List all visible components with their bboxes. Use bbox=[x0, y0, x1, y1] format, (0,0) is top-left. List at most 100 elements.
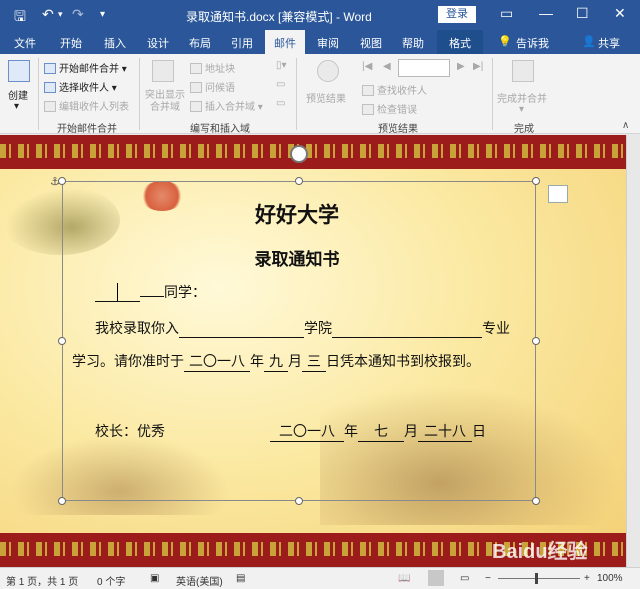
tab-layout[interactable]: 布局 bbox=[189, 35, 211, 51]
separator bbox=[139, 58, 140, 130]
previous-record-icon[interactable]: ◀ bbox=[383, 61, 391, 72]
zoom-slider-thumb[interactable] bbox=[535, 573, 538, 584]
insert-merge-field-button[interactable]: 插入合并域 ▾ bbox=[190, 98, 263, 113]
text-box-frame[interactable] bbox=[62, 181, 536, 501]
print-layout-icon[interactable] bbox=[428, 570, 444, 586]
save-icon[interactable]: 🖫 bbox=[14, 6, 26, 30]
tab-references[interactable]: 引用 bbox=[231, 35, 253, 51]
create-dropdown-icon[interactable]: ▾ bbox=[14, 101, 19, 112]
vertical-scrollbar[interactable] bbox=[626, 135, 640, 567]
first-record-icon[interactable]: |◀ bbox=[362, 61, 372, 72]
tab-design[interactable]: 设计 bbox=[147, 35, 169, 51]
customize-quick-access-icon[interactable]: ▾ bbox=[100, 9, 105, 20]
resize-handle[interactable] bbox=[532, 497, 540, 505]
separator bbox=[296, 58, 297, 130]
match-fields-icon[interactable]: ▭ bbox=[276, 79, 285, 90]
tab-home[interactable]: 开始 bbox=[60, 35, 82, 51]
edit-recipients-icon bbox=[44, 101, 56, 112]
student-name-blank[interactable] bbox=[95, 283, 140, 302]
undo-dropdown-icon[interactable]: ▾ bbox=[58, 9, 63, 20]
user-icon: 👤 bbox=[582, 36, 596, 48]
rules-icon[interactable]: ▯▾ bbox=[276, 60, 287, 71]
group-label-finish: 完成 bbox=[514, 124, 534, 135]
login-button[interactable]: 登录 bbox=[438, 6, 476, 23]
greeting-line-button[interactable]: 问候语 bbox=[190, 79, 235, 94]
redo-icon[interactable]: ↷ bbox=[72, 6, 84, 23]
word-count[interactable]: 0 个字 bbox=[97, 573, 125, 588]
select-recipients-button[interactable]: 选择收件人 ▾ bbox=[44, 79, 117, 94]
group-label-preview: 预览结果 bbox=[378, 124, 418, 135]
create-button[interactable]: 创建 bbox=[8, 87, 28, 102]
proofing-icon[interactable]: ▣ bbox=[150, 573, 159, 584]
zoom-in-button[interactable]: + bbox=[584, 573, 590, 584]
undo-icon[interactable]: ↶ bbox=[42, 6, 54, 23]
ribbon-display-options-icon[interactable]: ▭ bbox=[500, 5, 513, 22]
resize-handle[interactable] bbox=[58, 497, 66, 505]
issue-day-unit: 日 bbox=[472, 424, 486, 440]
resize-handle[interactable] bbox=[58, 337, 66, 345]
issue-year: 二〇一八 bbox=[270, 421, 344, 442]
report-month: 九 bbox=[264, 351, 288, 372]
document-page[interactable]: ⚓ 好好大学 录取通知书 同学： 我校录取你入 学院 专业 学习。请你准时于 二〇… bbox=[0, 135, 626, 567]
start-merge-dropdown-icon: ▾ bbox=[121, 64, 127, 75]
title-bar: 🖫 ↶ ▾ ↷ ▾ 录取通知书.docx [兼容模式] - Word 登录 ▭ … bbox=[0, 0, 640, 30]
ribbon: 创建 ▾ 开始邮件合并 ▾ 选择收件人 ▾ 编辑收件人列表 开始邮件合并 突出显… bbox=[0, 54, 640, 135]
last-record-icon[interactable]: ▶| bbox=[473, 61, 483, 72]
edit-recipients-button[interactable]: 编辑收件人列表 bbox=[44, 98, 129, 113]
finish-merge-button[interactable]: 完成并合并 bbox=[497, 90, 547, 105]
minimize-icon[interactable]: — bbox=[539, 5, 553, 21]
web-layout-icon[interactable]: ▭ bbox=[460, 573, 469, 584]
close-icon[interactable]: ✕ bbox=[614, 5, 626, 22]
tab-format[interactable]: 格式 bbox=[437, 30, 483, 54]
report-suffix: 日凭本通知书到校报到。 bbox=[326, 354, 480, 370]
month-unit: 月 bbox=[288, 354, 302, 370]
tab-view[interactable]: 视图 bbox=[360, 35, 382, 51]
school-blank[interactable] bbox=[179, 321, 304, 338]
macro-record-icon[interactable]: ▤ bbox=[236, 573, 245, 584]
find-recipient-button[interactable]: 查找收件人 bbox=[362, 82, 427, 97]
tell-me-box[interactable]: 告诉我 bbox=[516, 35, 549, 51]
select-recipients-icon bbox=[44, 82, 56, 93]
page-count[interactable]: 第 1 页，共 1 页 bbox=[6, 573, 78, 588]
share-button[interactable]: 共享 bbox=[598, 35, 620, 51]
create-icon bbox=[8, 60, 30, 82]
finish-merge-icon bbox=[512, 60, 534, 82]
resize-handle[interactable] bbox=[295, 497, 303, 505]
zoom-out-button[interactable]: − bbox=[485, 573, 491, 584]
update-labels-icon[interactable]: ▭ bbox=[276, 98, 285, 109]
greeting-line[interactable]: 同学： bbox=[95, 282, 206, 302]
next-record-icon[interactable]: ▶ bbox=[457, 61, 465, 72]
tab-insert[interactable]: 插入 bbox=[104, 35, 126, 51]
status-bar: 第 1 页，共 1 页 0 个字 ▣ 英语(美国) ▤ 📖 ▭ − + 100% bbox=[0, 567, 640, 589]
window-title: 录取通知书.docx [兼容模式] - Word bbox=[186, 10, 372, 24]
tab-file[interactable]: 文件 bbox=[14, 35, 36, 51]
student-name-blank[interactable] bbox=[140, 296, 164, 297]
tab-help[interactable]: 帮助 bbox=[402, 35, 424, 51]
resize-handle[interactable] bbox=[532, 177, 540, 185]
lightbulb-icon: 💡 bbox=[498, 36, 512, 48]
highlight-fields-icon bbox=[152, 60, 174, 82]
resize-handle[interactable] bbox=[295, 177, 303, 185]
rotate-handle-icon[interactable] bbox=[290, 145, 308, 163]
tab-review[interactable]: 审阅 bbox=[317, 35, 339, 51]
document-subheading: 录取通知书 bbox=[254, 250, 340, 270]
anchor-icon: ⚓ bbox=[50, 176, 60, 188]
zoom-level[interactable]: 100% bbox=[597, 573, 623, 584]
highlight-merge-fields-button[interactable]: 突出显示合并域 bbox=[143, 90, 187, 114]
start-merge-button[interactable]: 开始邮件合并 ▾ bbox=[44, 60, 127, 75]
check-errors-icon bbox=[362, 104, 374, 115]
zoom-slider[interactable] bbox=[498, 578, 580, 579]
major-blank[interactable] bbox=[332, 321, 482, 338]
finish-merge-dropdown-icon[interactable]: ▾ bbox=[519, 104, 524, 115]
resize-handle[interactable] bbox=[532, 337, 540, 345]
maximize-icon[interactable]: ☐ bbox=[576, 5, 589, 22]
collapse-ribbon-icon[interactable]: ∧ bbox=[622, 120, 629, 131]
record-number-field[interactable] bbox=[398, 59, 450, 77]
language-indicator[interactable]: 英语(美国) bbox=[176, 573, 223, 588]
read-mode-icon[interactable]: 📖 bbox=[398, 573, 410, 584]
address-block-button[interactable]: 地址块 bbox=[190, 60, 235, 75]
preview-results-button[interactable]: 预览结果 bbox=[306, 90, 346, 105]
report-day: 三 bbox=[302, 351, 326, 372]
tab-mailings[interactable]: 邮件 bbox=[265, 30, 305, 54]
check-errors-button[interactable]: 检查错误 bbox=[362, 101, 417, 116]
